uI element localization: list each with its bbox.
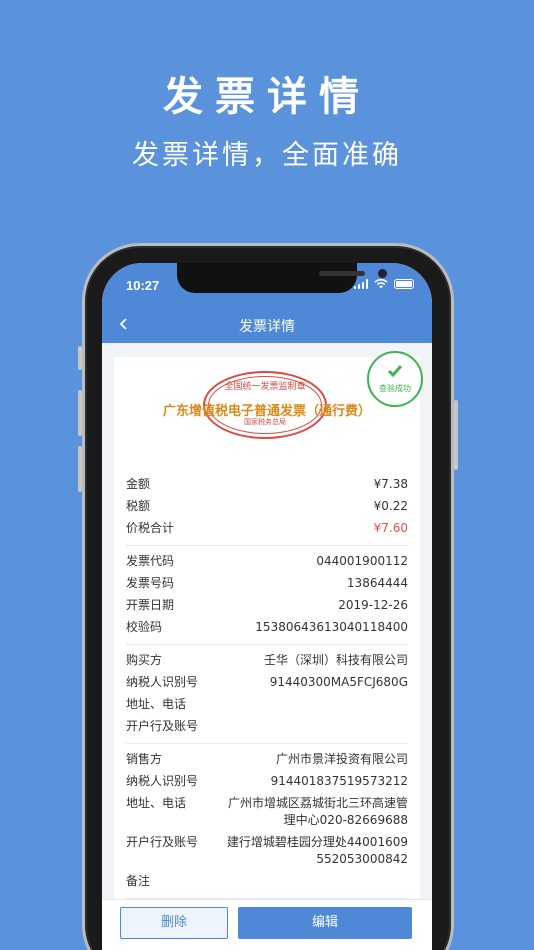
phone-volume-up [78, 390, 82, 436]
seller-taxid-row: 纳税人识别号 914401837519573212 [126, 773, 408, 788]
buyer-name-row: 购买方 壬华（深圳）科技有限公司 [126, 652, 408, 667]
amount-row: 金额 ¥7.38 [126, 476, 408, 491]
check-code-row: 校验码 15380643613040118400 [126, 619, 408, 634]
app-header: 10:27 发票详情 [102, 263, 432, 343]
edit-button[interactable]: 编辑 [238, 907, 412, 939]
buyer-section: 购买方 壬华（深圳）科技有限公司 纳税人识别号 91440300MA5FCJ680G… [126, 645, 408, 744]
nav-title: 发票详情 [239, 319, 295, 335]
verified-label: 查验成功 [379, 384, 411, 393]
stamp-top-text: 全国统一发票监制章 [224, 382, 306, 392]
invoice-card: 全国统一发票监制章 国家税务总局 广东增值税电子普通发票（通行费） 查验成功 金… [114, 351, 423, 899]
issue-date-row: 开票日期 2019-12-26 [126, 597, 408, 612]
wifi-icon [374, 279, 388, 289]
check-icon [387, 365, 403, 378]
seller-section: 销售方 广州市景洋投资有限公司 纳税人识别号 914401837519573212 … [126, 744, 408, 899]
content-area[interactable]: 全国统一发票监制章 国家税务总局 广东增值税电子普通发票（通行费） 查验成功 金… [102, 343, 432, 899]
speaker [319, 271, 365, 276]
status-icons [353, 279, 414, 289]
buyer-taxid-row: 纳税人识别号 91440300MA5FCJ680G [126, 674, 408, 689]
promo-subtitle: 发票详情，全面准确 [132, 140, 402, 171]
seller-name-row: 销售方 广州市景洋投资有限公司 [126, 751, 408, 766]
seller-address-row: 地址、电话 广州市增城区荔城街北三环高速管理中心020-82669688 [126, 795, 408, 827]
phone-volume-down [78, 446, 82, 492]
action-footer: 删除 编辑 [102, 899, 432, 950]
delete-button[interactable]: 删除 [120, 907, 228, 939]
verified-badge: 查验成功 [367, 351, 423, 407]
battery-icon [394, 279, 414, 289]
promo-title: 发票详情 [163, 74, 371, 120]
phone-power-button [454, 400, 458, 470]
code-section: 发票代码 044001900112 发票号码 13864444 开票日期 2019-1… [126, 546, 408, 645]
phone-silent-switch [78, 346, 82, 370]
invoice-code-row: 发票代码 044001900112 [126, 553, 408, 568]
notch [177, 263, 387, 293]
tax-row: 税额 ¥0.22 [126, 498, 408, 513]
invoice-fields: 金额 ¥7.38 税额 ¥0.22 价税合计 ¥7.60 发票代码 0440019001… [114, 469, 420, 899]
status-time: 10:27 [126, 278, 160, 293]
invoice-type-title: 广东增值税电子普通发票（通行费） [162, 404, 371, 419]
signal-icon [353, 279, 368, 289]
buyer-bank-row: 开户行及账号 [126, 718, 199, 733]
invoice-number-row: 发票号码 13864444 [126, 575, 408, 590]
seller-bank-row: 开户行及账号 建行增城碧桂园分理处44001609552053000842 [126, 834, 408, 866]
total-row: 价税合计 ¥7.60 [126, 520, 408, 535]
phone-screen: 10:27 发票详情 全国统一发票监制章 国家税务总局 广东增值税电子普通发票（… [102, 263, 432, 950]
camera [378, 269, 387, 278]
buyer-address-row: 地址、电话 [126, 696, 187, 711]
amount-section: 金额 ¥7.38 税额 ¥0.22 价税合计 ¥7.60 [126, 469, 408, 546]
remarks-row: 备注 [126, 873, 151, 888]
